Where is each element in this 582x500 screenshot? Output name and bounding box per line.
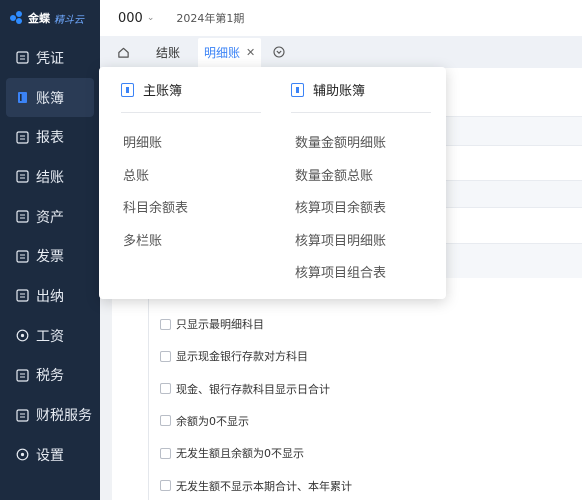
- aux-ledger-title: 辅助账簿: [313, 84, 366, 99]
- option-label: 无发生额不显示本期合计、本年累计: [176, 479, 352, 493]
- option-checkbox-row[interactable]: 无发生额且余额为0不显示: [160, 445, 304, 461]
- home-icon[interactable]: [116, 45, 130, 59]
- sidebar-item-4[interactable]: 资产: [6, 197, 94, 237]
- checkout-icon: [16, 170, 29, 184]
- salary-icon: [16, 329, 29, 342]
- sidebar-item-10[interactable]: 设置: [6, 435, 94, 475]
- sidebar-item-label: 发票: [36, 249, 64, 266]
- main-ledger-header: 主账簿: [121, 67, 261, 113]
- option-checkbox-row[interactable]: 现金、银行存款科目显示日合计: [160, 381, 330, 397]
- checkbox[interactable]: [160, 415, 171, 427]
- accounting-period: 2024年第1期: [176, 12, 245, 25]
- option-checkbox-row[interactable]: 显示现金银行存款对方科目: [160, 348, 308, 364]
- report-icon: [16, 131, 29, 144]
- sidebar-nav: 凭证账簿报表结账资产发票出纳工资税务财税服务设置: [0, 38, 100, 475]
- main-ledger-column: 主账簿: [121, 67, 261, 113]
- sidebar-item-2[interactable]: 报表: [6, 117, 94, 157]
- main-ledger-item-2[interactable]: 科目余额表: [123, 197, 188, 216]
- sidebar-item-0[interactable]: 凭证: [6, 38, 94, 78]
- tab-more-icon[interactable]: [273, 46, 285, 58]
- sidebar-item-label: 工资: [36, 328, 64, 345]
- logo-subtext: 精斗云: [54, 14, 84, 26]
- asset-icon: [16, 210, 29, 223]
- option-checkbox-row[interactable]: 只显示最明细科目: [160, 316, 264, 332]
- checkbox[interactable]: [160, 480, 171, 491]
- tax-icon: [16, 369, 29, 382]
- logo-icon: [10, 11, 24, 25]
- book-icon: [291, 82, 304, 97]
- ledger-menu-dropdown: 主账簿 辅助账簿 明细账总账科目余额表多栏账 数量金额明细账 数量金额总账 核算项目余…: [99, 67, 446, 299]
- sidebar-item-label: 设置: [36, 447, 64, 464]
- sidebar-item-1[interactable]: 账簿: [6, 77, 94, 118]
- book-icon: [121, 82, 134, 97]
- option-checkbox-row[interactable]: 无发生额不显示本期合计、本年累计: [160, 478, 352, 494]
- sidebar-item-label: 账簿: [36, 90, 64, 107]
- aux-ledger-column: 辅助账簿: [291, 67, 431, 113]
- tab-bar: 结账 明细账 ✕: [100, 36, 582, 68]
- voucher-icon: [16, 51, 29, 64]
- aux-ledger-header: 辅助账簿: [291, 67, 431, 113]
- tab-checkout[interactable]: 结账: [156, 44, 180, 61]
- app-logo[interactable]: 金蝶 精斗云: [0, 0, 100, 36]
- ledger-book-icon: [16, 91, 29, 104]
- checkbox[interactable]: [160, 383, 171, 395]
- main-ledger-title: 主账簿: [143, 84, 183, 99]
- aux-ledger-item-1[interactable]: 数量金额总账: [295, 165, 373, 184]
- option-label: 只显示最明细科目: [176, 318, 264, 331]
- sidebar: 金蝶 精斗云 凭证账簿报表结账资产发票出纳工资税务财税服务设置: [0, 0, 100, 500]
- sidebar-item-label: 报表: [36, 130, 64, 147]
- company-name: 000: [118, 10, 143, 26]
- main-ledger-item-1[interactable]: 总账: [123, 165, 149, 184]
- sidebar-item-6[interactable]: 出纳: [6, 276, 94, 316]
- company-selector[interactable]: 000 ⌄: [118, 11, 154, 26]
- chevron-down-icon: ⌄: [146, 13, 155, 23]
- option-checkbox-row[interactable]: 余额为0不显示: [160, 413, 249, 429]
- tab-detail-ledger[interactable]: 明细账 ✕: [198, 37, 262, 67]
- sidebar-item-8[interactable]: 税务: [6, 356, 94, 396]
- sidebar-item-5[interactable]: 发票: [6, 236, 94, 276]
- top-bar: 000 ⌄ 2024年第1期: [100, 0, 582, 36]
- aux-ledger-item-3[interactable]: 核算项目明细账: [295, 230, 386, 249]
- option-label: 显示现金银行存款对方科目: [176, 350, 308, 364]
- sidebar-item-label: 凭证: [36, 50, 64, 67]
- settings-icon: [16, 448, 29, 461]
- sidebar-item-label: 财税服务: [36, 408, 92, 425]
- option-label: 无发生额且余额为0不显示: [176, 447, 304, 461]
- sidebar-item-label: 出纳: [36, 288, 64, 305]
- sidebar-item-label: 资产: [36, 209, 64, 226]
- sidebar-item-label: 税务: [36, 368, 64, 385]
- checkbox[interactable]: [160, 350, 171, 362]
- sidebar-item-3[interactable]: 结账: [6, 157, 94, 197]
- checkbox[interactable]: [160, 318, 171, 330]
- invoice-icon: [16, 250, 29, 263]
- sidebar-item-label: 结账: [36, 169, 64, 186]
- close-icon[interactable]: ✕: [246, 46, 255, 59]
- main-ledger-item-0[interactable]: 明细账: [123, 132, 162, 151]
- finance-service-icon: [16, 408, 29, 422]
- option-label: 余额为0不显示: [176, 414, 249, 428]
- sidebar-item-7[interactable]: 工资: [6, 316, 94, 356]
- cashier-icon: [16, 289, 29, 303]
- aux-ledger-item-0[interactable]: 数量金额明细账: [295, 132, 386, 151]
- option-label: 现金、银行存款科目显示日合计: [176, 382, 330, 396]
- sidebar-item-9[interactable]: 财税服务: [6, 395, 94, 435]
- checkbox[interactable]: [160, 447, 171, 459]
- aux-ledger-item-4[interactable]: 核算项目组合表: [295, 262, 386, 281]
- tab-detail-ledger-label: 明细账: [204, 45, 241, 60]
- aux-ledger-item-2[interactable]: 核算项目余额表: [295, 197, 386, 216]
- main-ledger-item-3[interactable]: 多栏账: [123, 230, 162, 249]
- logo-text: 金蝶: [28, 12, 50, 25]
